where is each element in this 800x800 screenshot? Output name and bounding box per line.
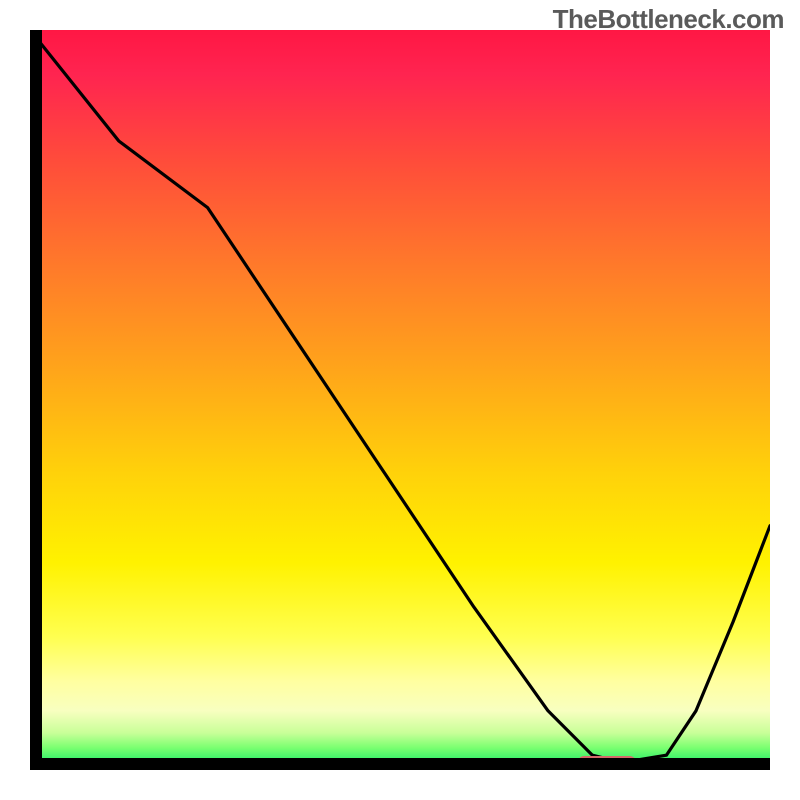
plot-area [30, 30, 770, 770]
watermark-text: TheBottleneck.com [553, 4, 784, 35]
bottleneck-curve-line [30, 30, 770, 763]
chart-container: TheBottleneck.com [0, 0, 800, 800]
curve-svg [30, 30, 770, 770]
optimal-point-marker [578, 756, 637, 770]
